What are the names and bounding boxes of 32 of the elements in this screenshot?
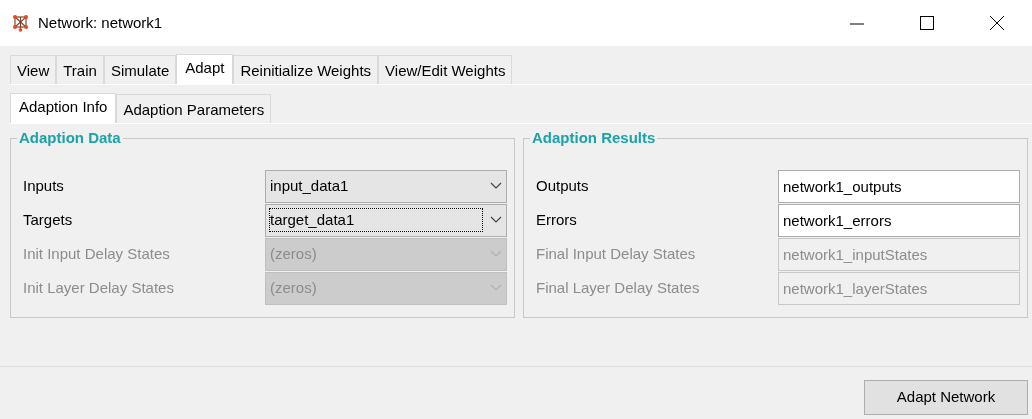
field-label: Inputs — [23, 175, 65, 196]
minimize-icon — [850, 23, 864, 25]
close-icon — [990, 16, 1004, 30]
field-label: Final Input Delay States — [536, 243, 697, 264]
tab[interactable]: Simulate — [103, 55, 177, 84]
field-label: Targets — [23, 209, 74, 230]
input-field[interactable]: network1_errors — [778, 203, 1020, 237]
network-icon — [12, 14, 30, 32]
window-title: Network: network1 — [38, 12, 163, 33]
chevron-down-icon — [490, 182, 502, 190]
tab[interactable]: View/Edit Weights — [378, 55, 513, 84]
tab[interactable]: View — [10, 55, 57, 84]
maximize-icon — [920, 16, 934, 30]
tab[interactable]: Adaption Info — [10, 93, 117, 123]
chevron-down-icon — [490, 250, 502, 258]
field-label: Init Layer Delay States — [23, 277, 175, 298]
dropdown[interactable]: input_data1 — [265, 169, 507, 203]
chevron-down-icon — [490, 216, 502, 224]
tab[interactable]: Adaption Parameters — [116, 94, 272, 123]
input-field[interactable]: network1_outputs — [778, 169, 1020, 203]
field-label: Final Layer Delay States — [536, 277, 701, 298]
field-label: Outputs — [536, 175, 590, 196]
chevron-down-icon — [490, 284, 502, 292]
field-label: Init Input Delay States — [23, 243, 171, 264]
group-title: Adaption Results — [530, 129, 658, 147]
tab[interactable]: Train — [56, 55, 104, 84]
adapt-network-button[interactable]: Adapt Network — [864, 380, 1028, 415]
group-title: Adaption Data — [17, 129, 123, 147]
field-label: Errors — [536, 209, 578, 230]
dropdown[interactable]: target_data1 — [265, 203, 507, 237]
tab[interactable]: Adapt — [176, 54, 234, 84]
tab[interactable]: Reinitialize Weights — [233, 55, 379, 84]
